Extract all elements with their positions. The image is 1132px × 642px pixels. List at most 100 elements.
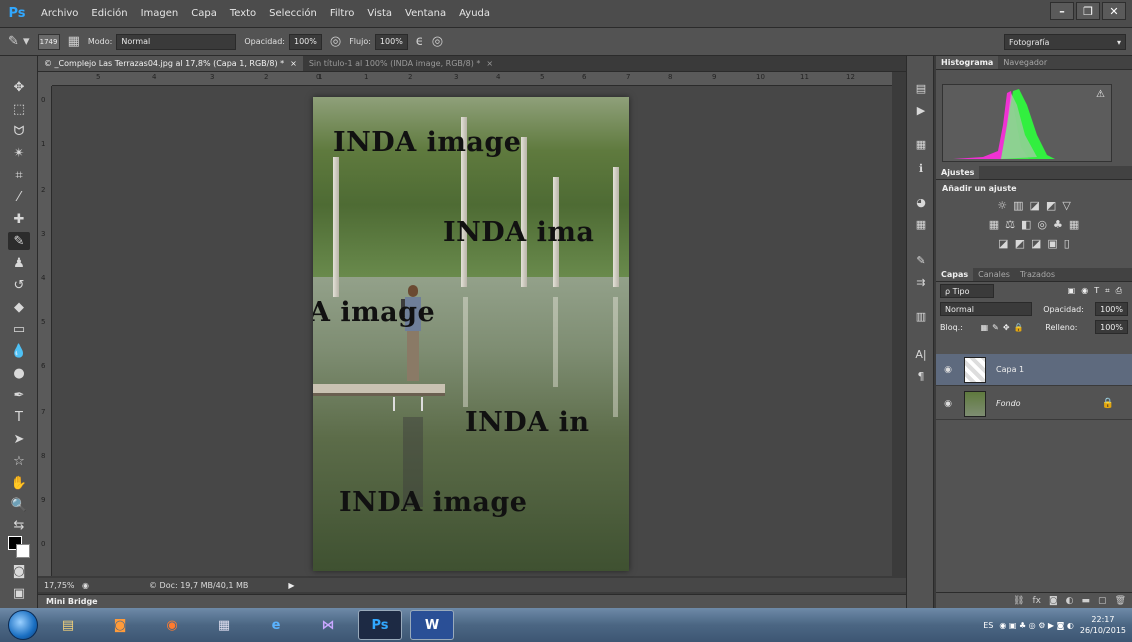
- info-icon[interactable]: ◉: [82, 581, 89, 590]
- path-selection-tool-icon[interactable]: ➤: [8, 430, 30, 448]
- zoom-tool-icon[interactable]: 🔍: [8, 496, 30, 514]
- hue-saturation-icon[interactable]: ▦: [989, 218, 999, 231]
- start-button[interactable]: [8, 610, 38, 640]
- workspace-select[interactable]: Fotografía ▾: [1004, 34, 1126, 50]
- tab-channels[interactable]: Canales: [973, 268, 1015, 281]
- layer-row-fondo[interactable]: ◉ Fondo 🔒: [936, 388, 1132, 420]
- quick-mask-icon[interactable]: ◙: [8, 562, 30, 580]
- menu-texto[interactable]: Texto: [230, 8, 256, 19]
- selective-color-icon[interactable]: ▯: [1064, 237, 1070, 250]
- exposure-icon[interactable]: ◩: [1046, 199, 1056, 212]
- zoom-level[interactable]: 17,75%: [44, 581, 78, 590]
- layer-name[interactable]: Capa 1: [996, 365, 1024, 374]
- character-panel-icon[interactable]: A|: [913, 346, 929, 362]
- tab-adjustments[interactable]: Ajustes: [936, 166, 980, 179]
- background-color-swatch[interactable]: [16, 544, 30, 558]
- close-tab-icon[interactable]: ×: [290, 59, 297, 68]
- tab-paths[interactable]: Trazados: [1015, 268, 1060, 281]
- internet-explorer-icon[interactable]: e: [254, 610, 298, 640]
- type-tool-icon[interactable]: T: [8, 408, 30, 426]
- curves-icon[interactable]: ◪: [1030, 199, 1040, 212]
- menu-ventana[interactable]: Ventana: [405, 8, 446, 19]
- photoshop-taskbar-icon[interactable]: Ps: [358, 610, 402, 640]
- lock-icons[interactable]: ▦✎✥🔒: [981, 323, 1028, 332]
- photo-filter-icon[interactable]: ◎: [1037, 218, 1047, 231]
- close-button[interactable]: ✕: [1102, 2, 1126, 20]
- history-panel-icon[interactable]: ▤: [913, 80, 929, 96]
- blend-mode-select[interactable]: Normal: [940, 302, 1032, 316]
- menu-imagen[interactable]: Imagen: [141, 8, 179, 19]
- menu-edicion[interactable]: Edición: [91, 8, 127, 19]
- color-balance-icon[interactable]: ⚖: [1005, 218, 1015, 231]
- history-brush-tool-icon[interactable]: ↺: [8, 276, 30, 294]
- eyedropper-tool-icon[interactable]: ⁄: [8, 188, 30, 206]
- clone-stamp-tool-icon[interactable]: ♟: [8, 254, 30, 272]
- layer-comps-icon[interactable]: ▥: [913, 308, 929, 324]
- layer-name[interactable]: Fondo: [996, 399, 1021, 408]
- menu-vista[interactable]: Vista: [367, 8, 392, 19]
- brush-size-picker[interactable]: 1749: [37, 33, 60, 50]
- horizontal-ruler[interactable]: 5 4 3 2 1 0 1 2 3 4 5 6 7 8 9 10 11 12: [52, 72, 892, 86]
- posterize-icon[interactable]: ◩: [1015, 237, 1025, 250]
- pen-tool-icon[interactable]: ✒: [8, 386, 30, 404]
- dodge-tool-icon[interactable]: ●: [8, 364, 30, 382]
- visibility-eye-icon[interactable]: ◉: [940, 399, 956, 409]
- move-tool-icon[interactable]: ✥: [8, 78, 30, 96]
- mode-select[interactable]: Normal: [116, 33, 237, 50]
- link-layers-icon[interactable]: ⛓: [1013, 596, 1024, 606]
- histogram-warning-icon[interactable]: ⚠: [1096, 89, 1105, 100]
- tray-icons[interactable]: ◉ ▣ ♣ ◎ ⚙ ▶ ◙ ◐: [999, 621, 1074, 630]
- close-tab-icon[interactable]: ×: [486, 59, 493, 68]
- brush-preset-icon[interactable]: ✎ ▾: [8, 34, 30, 49]
- flow-field[interactable]: 100%: [374, 33, 408, 50]
- airbrush-icon[interactable]: ϵ: [416, 34, 424, 49]
- ruler-corner[interactable]: [38, 72, 52, 86]
- invert-icon[interactable]: ◪: [998, 237, 1008, 250]
- new-layer-icon[interactable]: ▢: [1098, 596, 1107, 606]
- screen-mode-icon[interactable]: ▣: [8, 584, 30, 602]
- swatches-panel-icon[interactable]: ◕: [913, 194, 929, 210]
- file-explorer-icon[interactable]: ▤: [46, 610, 90, 640]
- restore-button[interactable]: ❐: [1076, 2, 1100, 20]
- filter-icons[interactable]: ▣◉T⌗⎙: [1068, 286, 1128, 296]
- tab-sin-titulo[interactable]: Sin título-1 al 100% (INDA image, RGB/8)…: [303, 56, 499, 71]
- channel-mixer-icon[interactable]: ♣: [1053, 218, 1063, 231]
- gradient-tool-icon[interactable]: ▭: [8, 320, 30, 338]
- trash-icon[interactable]: 🗑: [1115, 596, 1126, 606]
- lasso-tool-icon[interactable]: ᗢ: [8, 122, 30, 140]
- info-panel-icon[interactable]: ℹ: [913, 160, 929, 176]
- adjustment-layer-icon[interactable]: ◐: [1066, 596, 1074, 606]
- layer-style-icon[interactable]: fx: [1032, 596, 1041, 606]
- firefox-icon[interactable]: ◉: [150, 610, 194, 640]
- threshold-icon[interactable]: ◪: [1031, 237, 1041, 250]
- minimize-button[interactable]: –: [1050, 2, 1074, 20]
- tab-histogram[interactable]: Histograma: [936, 56, 999, 69]
- black-white-icon[interactable]: ◧: [1021, 218, 1031, 231]
- menu-filtro[interactable]: Filtro: [330, 8, 355, 19]
- brush-panel-icon[interactable]: ✎: [913, 252, 929, 268]
- vertical-ruler[interactable]: 0 1 2 3 4 5 6 7 8 9 0: [38, 86, 52, 576]
- styles-panel-icon[interactable]: ▦: [913, 216, 929, 232]
- brush-presets-icon[interactable]: ▦: [913, 136, 929, 152]
- eraser-tool-icon[interactable]: ◆: [8, 298, 30, 316]
- healing-tool-icon[interactable]: ✚: [8, 210, 30, 228]
- mini-bridge-bar[interactable]: Mini Bridge: [38, 594, 906, 608]
- brightness-icon[interactable]: ☼: [997, 199, 1007, 212]
- marquee-tool-icon[interactable]: ⬚: [8, 100, 30, 118]
- brush-panel-icon[interactable]: ▦: [68, 34, 80, 49]
- menu-ayuda[interactable]: Ayuda: [459, 8, 490, 19]
- calculator-icon[interactable]: ▦: [202, 610, 246, 640]
- opacity-field[interactable]: 100%: [288, 33, 322, 50]
- kind-filter-select[interactable]: ρ Tipo: [940, 284, 994, 298]
- status-menu-arrow[interactable]: ▶: [288, 581, 294, 590]
- layer-mask-icon[interactable]: ◙: [1049, 596, 1058, 606]
- tab-complejo-las-terrazas[interactable]: © _Complejo Las Terrazas04.jpg al 17,8% …: [38, 56, 303, 71]
- shape-tool-icon[interactable]: ☆: [8, 452, 30, 470]
- clock[interactable]: 22:17 26/10/2015: [1080, 614, 1126, 636]
- vibrance-icon[interactable]: ▽: [1062, 199, 1070, 212]
- tool-presets-icon[interactable]: ⇉: [913, 274, 929, 290]
- gradient-map-icon[interactable]: ▣: [1047, 237, 1057, 250]
- layer-row-capa-1[interactable]: ◉ Capa 1: [936, 354, 1132, 386]
- magic-wand-tool-icon[interactable]: ✴: [8, 144, 30, 162]
- pressure-opacity-icon[interactable]: ◎: [330, 34, 341, 49]
